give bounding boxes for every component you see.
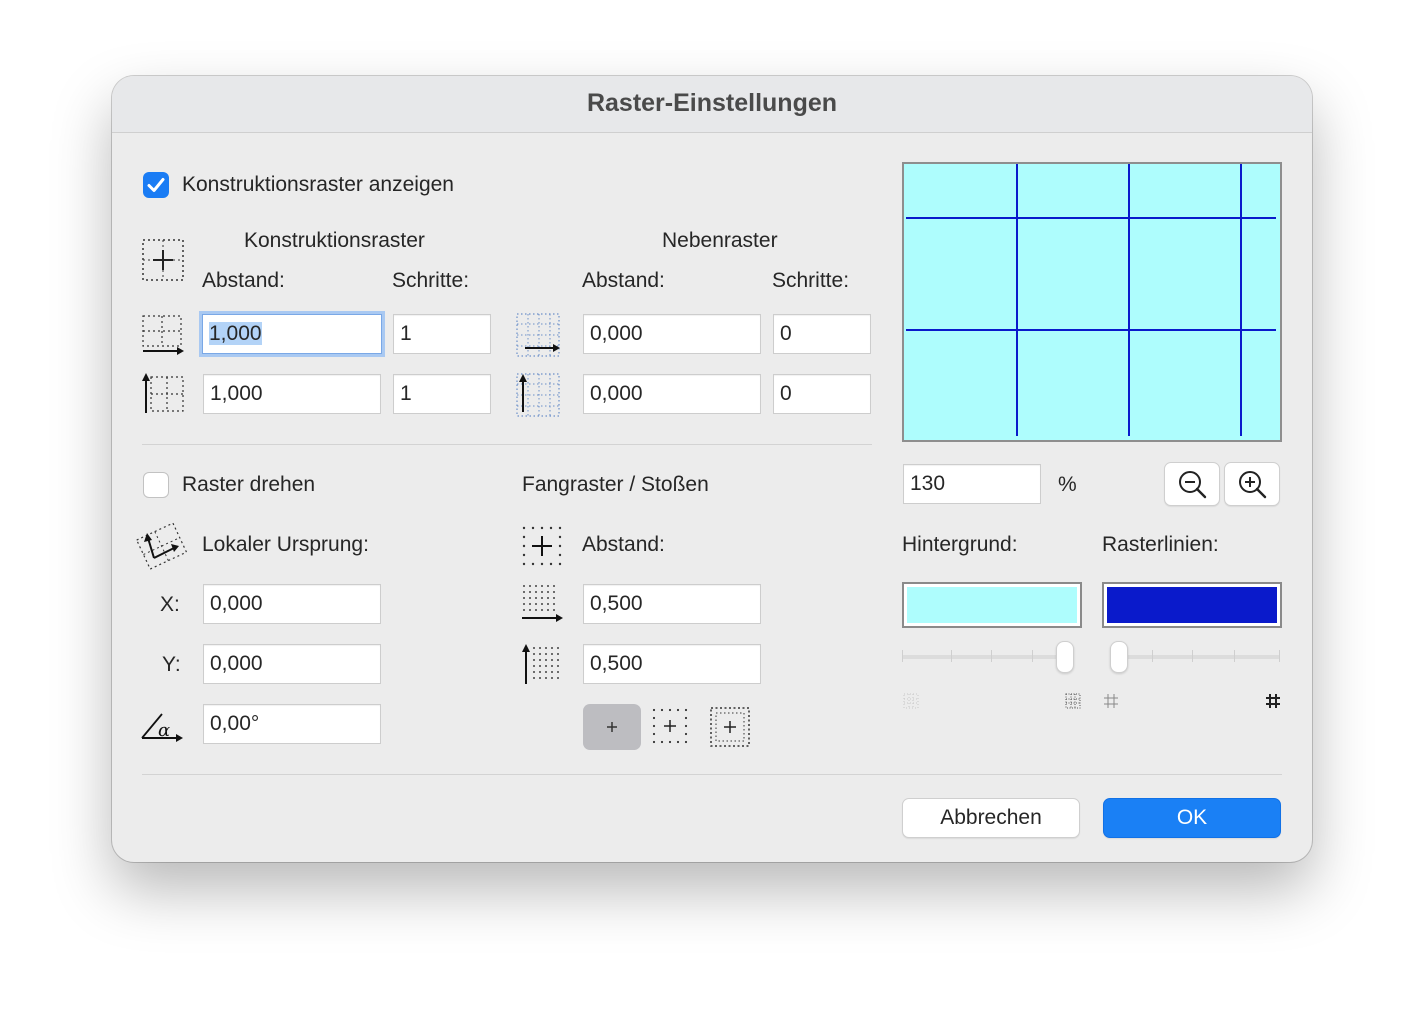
angle-icon: α [141, 713, 183, 742]
zoom-in-icon [1239, 471, 1267, 499]
slider-tick [1032, 650, 1033, 662]
background-color-well[interactable] [902, 582, 1082, 628]
snap-spacing-label: Abstand: [582, 533, 665, 556]
construction-spacing-label: Abstand: [202, 269, 285, 292]
local-origin-icon [135, 522, 188, 570]
snap-mode-frame-icon[interactable] [709, 706, 753, 750]
horizontal-spacing-icon [142, 315, 184, 355]
gridline-opacity-slider[interactable] [1110, 641, 1280, 673]
slider-tick [951, 650, 952, 662]
secondary-horizontal-spacing-icon [516, 313, 560, 357]
background-label: Hintergrund: [902, 533, 1018, 556]
thin-lines-icon [1104, 694, 1118, 708]
thick-lines-icon [1266, 694, 1280, 708]
gridline-color-swatch [1107, 587, 1277, 623]
construction-grid-heading: Konstruktionsraster [244, 229, 425, 252]
gridline-slider-knob[interactable] [1110, 641, 1128, 673]
dark-grid-icon [1065, 693, 1081, 709]
snap-vertical-icon [522, 644, 559, 684]
snap-horizontal-icon [522, 585, 563, 622]
background-slider-knob[interactable] [1056, 641, 1074, 673]
light-grid-icon [903, 693, 919, 709]
footer-divider [142, 774, 1282, 775]
gridline-color-well[interactable] [1102, 582, 1282, 628]
grid-preview [902, 162, 1282, 442]
construction-y-spacing-input[interactable]: 1,000 [203, 374, 381, 414]
secondary-vertical-spacing-icon [516, 373, 560, 417]
zoom-in-button[interactable] [1224, 462, 1280, 506]
slider-tick [1234, 650, 1235, 662]
zoom-out-icon [1179, 471, 1207, 499]
secondary-x-spacing-input[interactable]: 0,000 [583, 314, 761, 354]
snap-x-spacing-input[interactable]: 0,500 [583, 584, 761, 624]
checkmark-icon [147, 178, 165, 192]
background-opacity-slider[interactable] [902, 641, 1074, 673]
background-color-swatch [907, 587, 1077, 623]
secondary-grid-heading: Nebenraster [662, 229, 778, 252]
slider-tick [1152, 650, 1153, 662]
secondary-y-steps-input[interactable]: 0 [773, 374, 871, 414]
construction-x-spacing-input[interactable]: 1,000 [202, 314, 382, 354]
secondary-spacing-label: Abstand: [582, 269, 665, 292]
snap-grid-heading: Fangraster / Stoßen [522, 473, 709, 496]
grid-settings-dialog: Raster-Einstellungen Konstruktionsraster… [112, 76, 1312, 862]
secondary-y-spacing-input[interactable]: 0,000 [583, 374, 761, 414]
angle-input[interactable]: 0,00° [203, 704, 381, 744]
construction-x-steps-input[interactable]: 1 [393, 314, 491, 354]
svg-text:α: α [158, 720, 170, 741]
snap-mode-center-button[interactable] [583, 704, 641, 750]
local-origin-label: Lokaler Ursprung: [202, 533, 369, 556]
snap-y-spacing-input[interactable]: 0,500 [583, 644, 761, 684]
slider-tick [902, 650, 903, 662]
section-divider [142, 444, 872, 445]
construction-y-steps-input[interactable]: 1 [393, 374, 491, 414]
origin-y-label: Y: [162, 653, 181, 676]
construction-steps-label: Schritte: [392, 269, 470, 292]
show-grid-checkbox[interactable] [143, 172, 169, 198]
secondary-steps-label: Schritte: [772, 269, 850, 292]
rotate-grid-checkbox[interactable] [143, 472, 169, 498]
snap-grid-icon [522, 526, 562, 566]
vertical-spacing-icon [142, 373, 184, 413]
ok-button[interactable]: OK [1103, 798, 1281, 838]
rotate-grid-label: Raster drehen [182, 473, 316, 496]
grid-preview-lines [906, 164, 1276, 436]
slider-tick [1279, 650, 1280, 662]
snap-mode-grid-icon[interactable] [652, 708, 692, 748]
slider-track [902, 655, 1072, 659]
construction-grid-icon [142, 239, 184, 281]
slider-track [1110, 655, 1280, 659]
origin-y-input[interactable]: 0,000 [203, 644, 381, 684]
show-grid-label: Konstruktionsraster anzeigen [182, 173, 454, 196]
cancel-button[interactable]: Abbrechen [902, 798, 1080, 838]
origin-x-input[interactable]: 0,000 [203, 584, 381, 624]
gridlines-label: Rasterlinien: [1102, 533, 1219, 556]
secondary-x-steps-input[interactable]: 0 [773, 314, 871, 354]
zoom-input[interactable]: 130 [903, 464, 1041, 504]
snap-center-icon [607, 722, 617, 732]
zoom-unit: % [1058, 473, 1077, 496]
origin-x-label: X: [160, 593, 180, 616]
slider-tick [1192, 650, 1193, 662]
zoom-out-button[interactable] [1164, 462, 1220, 506]
slider-tick [991, 650, 992, 662]
dialog-title: Raster-Einstellungen [112, 76, 1312, 133]
